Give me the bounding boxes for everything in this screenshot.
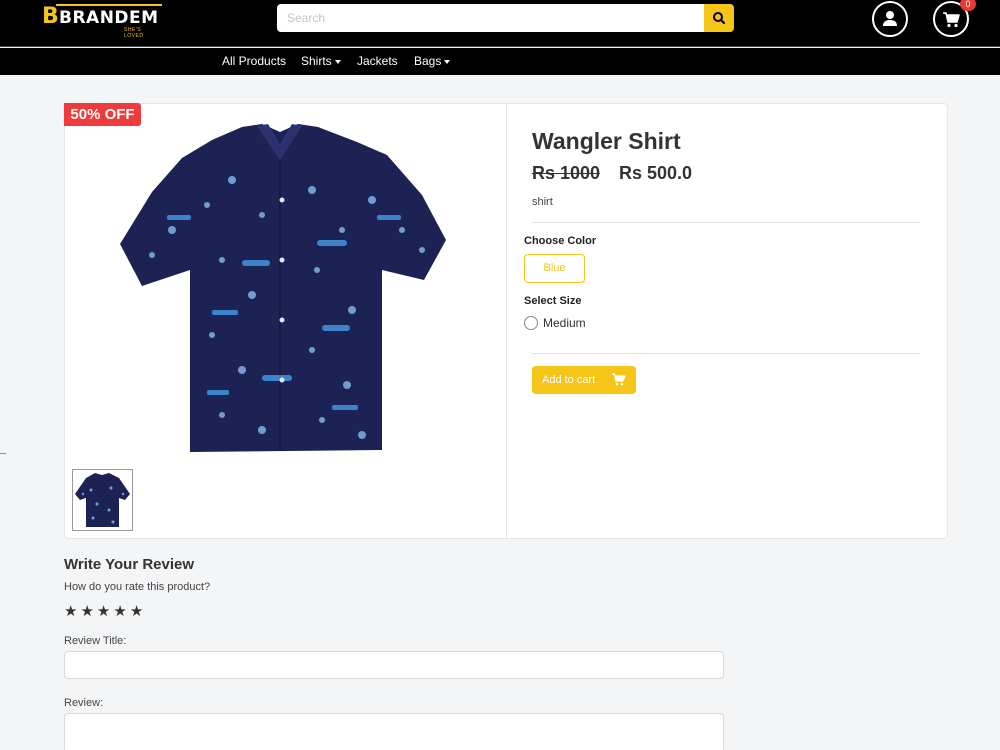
search-bar [277,4,734,32]
rating-question: How do you rate this product? [64,581,211,593]
card-divider [506,103,507,539]
product-image[interactable] [112,120,452,455]
choose-color-label: Choose Color [524,235,597,247]
cart-icon [612,373,626,386]
sale-price: Rs 500.0 [619,163,693,183]
rating-stars: ★ ★ ★ ★ ★ [64,603,146,619]
user-account-button[interactable] [872,1,908,37]
edge-mark [0,453,6,454]
main-nav: All Products Shirts Jackets Bags [0,48,1000,75]
review-title-input[interactable] [64,651,724,679]
review-title-label: Review Title: [64,635,127,647]
nav-label: Bags [414,54,442,68]
review-heading: Write Your Review [64,556,195,573]
nav-item-all-products[interactable]: All Products [222,54,286,68]
nav-item-bags[interactable]: Bags [414,54,451,68]
user-icon [883,11,897,26]
star-icon[interactable]: ★ [80,603,93,619]
nav-label: Shirts [301,54,332,68]
product-title: Wangler Shirt [532,128,681,154]
top-header: B BRANDEM SHE'S LOVED 0 [0,0,1000,47]
nav-label: Jackets [357,54,398,68]
caret-down-icon [444,59,451,64]
logo-text: BRANDEM [59,8,159,28]
search-icon [713,12,726,25]
cart-count-badge: 0 [960,0,976,11]
brand-logo[interactable]: B BRANDEM SHE'S LOVED [42,4,162,39]
size-option-label: Medium [543,316,586,330]
shirt-image [120,124,446,452]
shirt-thumbnail-image [75,473,130,527]
caret-down-icon [334,59,341,64]
size-radio-medium[interactable] [524,316,538,330]
search-input[interactable] [277,4,704,32]
star-icon[interactable]: ★ [64,603,77,619]
product-category: shirt [532,196,553,208]
review-body-label: Review: [64,697,104,709]
divider [532,222,920,223]
add-to-cart-label: Add to cart [542,374,596,386]
original-price: Rs 1000 [532,163,601,183]
star-icon[interactable]: ★ [113,603,126,619]
add-to-cart-button[interactable]: Add to cart [532,366,636,394]
search-button[interactable] [704,4,734,32]
review-body-textarea[interactable] [64,713,724,750]
logo-tagline: SHE'S LOVED [124,27,144,39]
logo-bar [56,4,162,6]
logo-letter: B [42,4,59,29]
color-option-blue[interactable]: Blue [524,254,585,283]
divider [532,353,920,354]
nav-label: All Products [222,54,287,68]
star-icon[interactable]: ★ [97,603,110,619]
product-thumbnail[interactable] [72,469,133,531]
nav-item-jackets[interactable]: Jackets [357,54,398,68]
star-icon[interactable]: ★ [130,603,143,619]
nav-item-shirts[interactable]: Shirts [301,54,341,68]
select-size-label: Select Size [524,295,582,307]
